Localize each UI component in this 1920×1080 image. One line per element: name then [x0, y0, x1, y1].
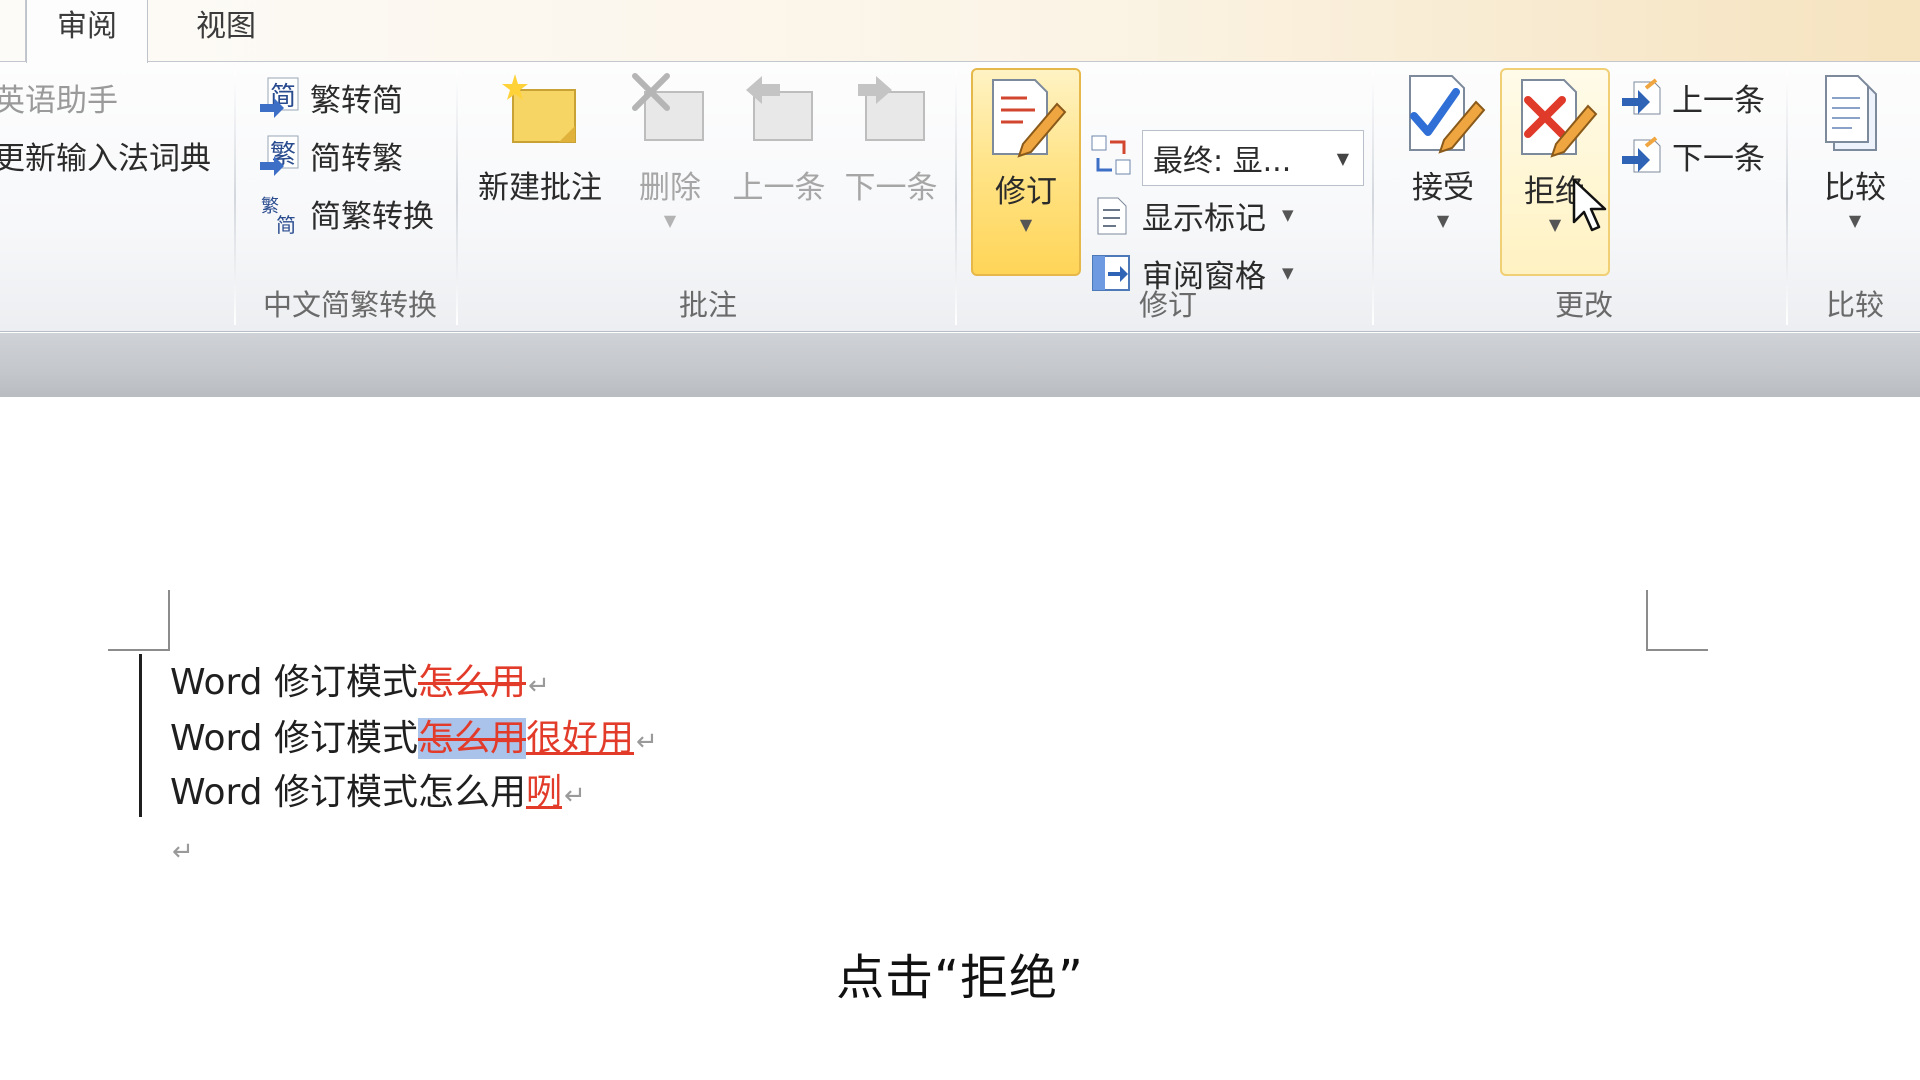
show-markup-button[interactable]: 显示标记 ▼ [1090, 190, 1294, 240]
simp-to-trad-button[interactable]: 繁 简转繁 [258, 130, 403, 180]
document-line-3[interactable]: Word 修订模式怎么用咧↵ [170, 768, 586, 818]
trad-to-simp-label: 繁转简 [310, 82, 403, 119]
next-comment-icon [848, 70, 934, 156]
inserted-text: 很好用 [526, 718, 635, 759]
deleted-text: 怎么用 [417, 662, 526, 703]
paragraph-mark-icon: ↵ [172, 837, 194, 867]
group-separator [1372, 70, 1374, 325]
track-changes-button[interactable]: 修订 ▼ [971, 68, 1081, 276]
chevron-down-icon: ▼ [1336, 149, 1349, 168]
accept-button[interactable]: 接受 ▼ [1384, 70, 1502, 230]
simp-to-trad-icon: 繁 [258, 134, 300, 176]
simp-trad-convert-label: 简繁转换 [310, 198, 434, 235]
display-for-review-icon [1090, 134, 1134, 182]
track-changes-icon [983, 74, 1069, 160]
ribbon: 英语助手 更新输入法词典 简 繁转简 繁 简转繁 繁 简 简繁转换 中文简繁转换… [0, 62, 1920, 332]
reject-icon [1512, 74, 1598, 160]
chevron-down-icon: ▼ [1282, 264, 1294, 282]
next-change-icon [1620, 134, 1662, 176]
delete-comment-label: 删除 [639, 170, 701, 206]
group-label-changes: 更改 [1554, 288, 1613, 322]
group-separator [456, 70, 458, 325]
chevron-down-icon: ▼ [1548, 215, 1562, 234]
document-line-2[interactable]: Word 修订模式怎么用很好用↵ [170, 714, 658, 764]
next-comment-button[interactable]: 下一条 [836, 70, 946, 207]
previous-change-label: 上一条 [1672, 82, 1765, 119]
empty-paragraph[interactable]: ↵ [170, 824, 194, 874]
next-change-label: 下一条 [1672, 140, 1765, 177]
previous-comment-icon [736, 70, 822, 156]
previous-change-icon [1620, 76, 1662, 118]
line-text: Word 修订模式 [170, 662, 418, 703]
compare-icon [1812, 70, 1898, 156]
video-caption: 点击“拒绝” [836, 950, 1084, 1006]
compare-button[interactable]: 比较 ▼ [1800, 70, 1910, 230]
previous-comment-button[interactable]: 上一条 [724, 70, 834, 207]
paragraph-mark-icon: ↵ [636, 727, 658, 757]
margin-corner-top-right [1646, 590, 1648, 650]
reject-button[interactable]: 拒绝 ▼ [1500, 68, 1610, 276]
update-ime-dictionary-button[interactable]: 更新输入法词典 [0, 130, 211, 180]
chevron-down-icon: ▼ [1436, 211, 1450, 230]
new-comment-icon [497, 70, 583, 156]
selected-deleted-text: 怎么用 [417, 718, 526, 759]
tab-review[interactable]: 审阅 [26, 0, 148, 63]
delete-comment-button[interactable]: 删除 ▼ [620, 70, 720, 230]
line-text: Word 修订模式怎么用 [170, 772, 526, 813]
display-for-review-dropdown[interactable]: 最终: 显... ▼ [1142, 130, 1364, 186]
tab-stub [0, 0, 26, 62]
group-label-tracking: 修订 [1138, 288, 1197, 322]
group-label-chinese-conversion: 中文简繁转换 [262, 288, 437, 322]
show-markup-icon [1090, 194, 1132, 236]
chevron-down-icon: ▼ [1019, 215, 1033, 234]
margin-corner-top-left [168, 590, 170, 650]
inserted-text: 咧 [525, 772, 562, 813]
tab-view[interactable]: 视图 [166, 0, 286, 62]
ruler-band [0, 333, 1920, 397]
paragraph-mark-icon: ↵ [528, 671, 550, 701]
chevron-down-icon: ▼ [663, 211, 677, 230]
show-markup-label: 显示标记 [1142, 200, 1266, 237]
compare-label: 比较 [1824, 170, 1886, 206]
chevron-down-icon: ▼ [1282, 206, 1294, 224]
accept-icon [1400, 70, 1486, 156]
track-changes-label: 修订 [995, 174, 1057, 210]
english-assistant-button[interactable]: 英语助手 [0, 72, 118, 122]
margin-corner-top-right [1646, 649, 1708, 651]
delete-comment-icon [627, 70, 713, 156]
next-comment-label: 下一条 [844, 170, 938, 206]
chevron-down-icon: ▼ [1848, 211, 1862, 230]
simp-trad-convert-icon: 繁 简 [258, 192, 300, 237]
mouse-cursor-icon [1572, 178, 1612, 234]
group-separator [1786, 70, 1788, 325]
english-assistant-label: 英语助手 [0, 82, 118, 119]
paragraph-mark-icon: ↵ [564, 781, 586, 811]
simp-trad-convert-button[interactable]: 繁 简 简繁转换 [258, 188, 434, 238]
svg-text:简: 简 [276, 213, 296, 234]
new-comment-label: 新建批注 [478, 170, 602, 206]
display-for-review-value: 最终: 显... [1153, 144, 1292, 179]
group-separator [234, 70, 236, 325]
margin-corner-top-left [108, 649, 170, 651]
next-change-button[interactable]: 下一条 [1620, 130, 1765, 180]
trad-to-simp-button[interactable]: 简 繁转简 [258, 72, 403, 122]
ribbon-tab-bar: 审阅 视图 [0, 0, 1920, 63]
revision-change-bar [139, 654, 142, 817]
group-label-comments: 批注 [678, 288, 737, 322]
accept-label: 接受 [1412, 170, 1474, 206]
previous-change-button[interactable]: 上一条 [1620, 72, 1765, 122]
simp-to-trad-label: 简转繁 [310, 140, 403, 177]
update-ime-dictionary-label: 更新输入法词典 [0, 140, 211, 177]
line-text: Word 修订模式 [170, 718, 418, 759]
previous-comment-label: 上一条 [732, 170, 826, 206]
trad-to-simp-icon: 简 [258, 76, 300, 118]
group-separator [955, 70, 957, 325]
new-comment-button[interactable]: 新建批注 [470, 70, 610, 207]
document-line-1[interactable]: Word 修订模式怎么用↵ [170, 658, 550, 708]
group-label-compare: 比较 [1825, 288, 1884, 322]
